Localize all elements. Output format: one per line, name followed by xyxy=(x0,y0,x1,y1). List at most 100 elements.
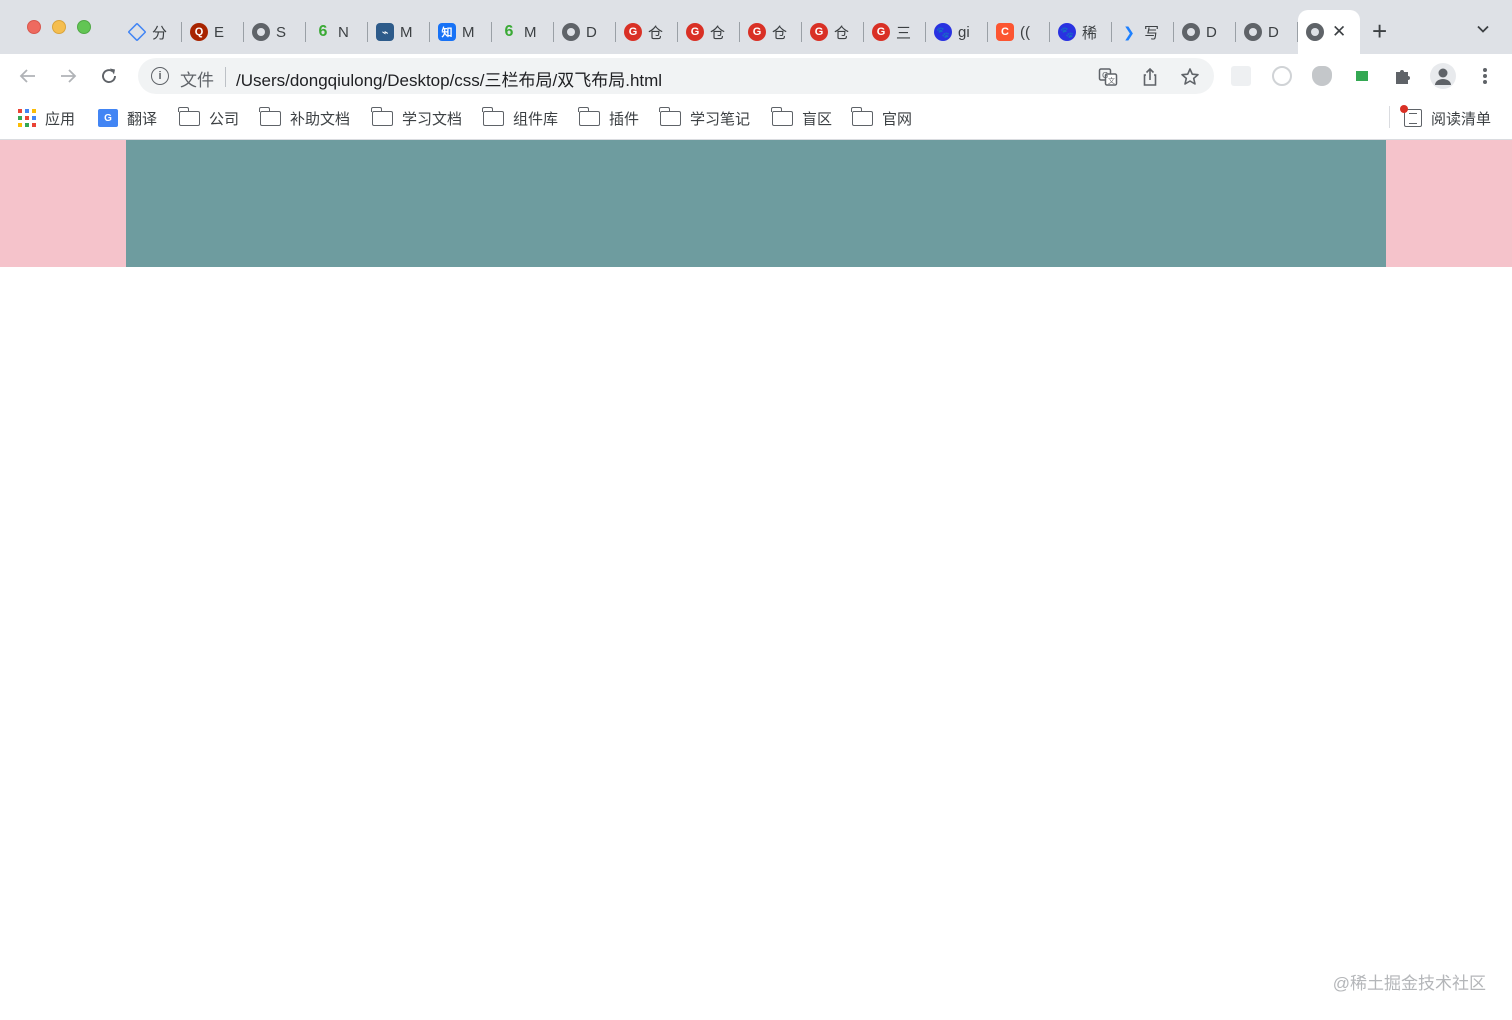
bookmark-star-icon[interactable] xyxy=(1180,67,1200,87)
globe-icon xyxy=(1306,23,1324,41)
forward-button[interactable] xyxy=(56,64,80,88)
diamond-icon xyxy=(127,22,147,42)
quora-icon: Q xyxy=(190,23,208,41)
bookmark-folder[interactable]: 盲区 xyxy=(771,106,833,130)
url-text[interactable]: /Users/dongqiulong/Desktop/css/三栏布局/双飞布局… xyxy=(236,66,662,91)
tab[interactable]: S xyxy=(244,10,306,54)
extension-icon[interactable] xyxy=(1231,66,1251,86)
tab[interactable]: QE xyxy=(182,10,244,54)
active-tab[interactable]: ✕ xyxy=(1298,10,1360,54)
apps-grid-icon xyxy=(18,109,36,127)
bookmark-folder[interactable]: 官网 xyxy=(851,106,913,130)
three-column-row xyxy=(0,140,1512,267)
bookmark-label: 插件 xyxy=(609,110,640,128)
tab[interactable]: ❯ 写 xyxy=(1112,10,1174,54)
folder-icon xyxy=(371,106,393,126)
baidu-icon: 🐾 xyxy=(1058,23,1076,41)
arrow-right-icon xyxy=(61,69,77,83)
tab[interactable]: 仓 xyxy=(802,10,864,54)
tab[interactable]: 6M xyxy=(492,10,554,54)
tab[interactable]: 🐾 稀 xyxy=(1050,10,1112,54)
divider xyxy=(225,67,226,87)
close-tab-icon[interactable]: ✕ xyxy=(1332,22,1346,42)
tab[interactable]: 分 xyxy=(120,10,182,54)
juejin-icon: ❯ xyxy=(1123,23,1135,40)
left-column xyxy=(0,140,126,267)
center-column xyxy=(126,140,1386,267)
person-icon xyxy=(1435,68,1451,85)
reload-button[interactable] xyxy=(97,64,121,88)
extension-icon[interactable] xyxy=(1356,71,1368,81)
tab[interactable]: 仓 xyxy=(678,10,740,54)
globe-icon xyxy=(252,23,270,41)
tab[interactable]: D xyxy=(554,10,616,54)
bookmark-label: 组件库 xyxy=(513,110,559,128)
tab[interactable]: D xyxy=(1236,10,1298,54)
share-icon[interactable] xyxy=(1140,67,1160,87)
bookmark-label: 官网 xyxy=(882,110,913,128)
minimize-window-button[interactable] xyxy=(52,20,66,34)
extension-icon[interactable] xyxy=(1272,66,1292,86)
profile-avatar[interactable] xyxy=(1430,63,1456,89)
bookmark-folder[interactable]: 补助文档 xyxy=(259,106,351,130)
baidu-icon: 🐾 xyxy=(934,23,952,41)
bookmark-folder[interactable]: 组件库 xyxy=(482,106,559,130)
g-red-icon xyxy=(748,23,766,41)
bookmark-label: 应用 xyxy=(45,110,76,128)
info-icon[interactable]: i xyxy=(151,67,169,85)
bookmark-folder[interactable]: 学习笔记 xyxy=(659,106,750,130)
bookmark-folder[interactable]: 插件 xyxy=(578,106,640,130)
g-red-icon xyxy=(624,23,642,41)
globe-icon xyxy=(562,23,580,41)
page-content: @稀土掘金技术社区 xyxy=(0,140,1512,1020)
g-red-icon xyxy=(810,23,828,41)
reading-list-icon xyxy=(1400,105,1422,127)
address-bar[interactable]: i 文件 /Users/dongqiulong/Desktop/css/三栏布局… xyxy=(138,58,1214,94)
bookmark-apps[interactable]: 应用 xyxy=(18,106,75,130)
bookmark-translate[interactable]: G 翻译 xyxy=(98,106,157,130)
tab[interactable]: 仓 xyxy=(740,10,802,54)
zoom-window-button[interactable] xyxy=(77,20,91,34)
tab-list: 分 QE S 6N ⌁M 知M 6M D 仓 仓 仓 仓 三 🐾gi C(( 🐾… xyxy=(120,10,1360,54)
menu-kebab-icon[interactable] xyxy=(1476,66,1494,86)
extension-icon[interactable] xyxy=(1312,66,1332,86)
es6-icon: 6 xyxy=(504,23,514,40)
folder-icon xyxy=(578,106,600,126)
mysql-icon: ⌁ xyxy=(376,23,394,41)
globe-icon xyxy=(1182,23,1200,41)
g-red-icon xyxy=(872,23,890,41)
bookmark-label: 学习文档 xyxy=(402,110,463,128)
tab[interactable]: 6N xyxy=(306,10,368,54)
close-window-button[interactable] xyxy=(27,20,41,34)
extensions-puzzle-icon[interactable] xyxy=(1391,64,1415,88)
es6-icon: 6 xyxy=(318,23,328,40)
reading-list-label: 阅读清单 xyxy=(1431,110,1492,128)
tab[interactable]: ⌁ M xyxy=(368,10,430,54)
folder-icon xyxy=(851,106,873,126)
arrow-left-icon xyxy=(19,69,35,83)
reload-icon xyxy=(102,68,116,83)
bookmark-label: 补助文档 xyxy=(290,110,351,128)
translate-icon[interactable]: G文 xyxy=(1098,67,1118,87)
bookmarks-bar: 应用 G 翻译 公司 补助文档 学习文档 组件库 插件 学习笔记 盲区 官网 阅… xyxy=(0,98,1512,140)
bookmark-label: 盲区 xyxy=(802,110,833,128)
watermark: @稀土掘金技术社区 xyxy=(1332,974,1486,993)
tab[interactable]: C(( xyxy=(988,10,1050,54)
bookmark-folder[interactable]: 公司 xyxy=(178,106,240,130)
tab[interactable]: 🐾 gi xyxy=(926,10,988,54)
tab[interactable]: 仓 xyxy=(616,10,678,54)
tab[interactable]: 三 xyxy=(864,10,926,54)
new-tab-button[interactable]: + xyxy=(1372,18,1387,44)
tab[interactable]: D xyxy=(1174,10,1236,54)
bookmark-folder[interactable]: 学习文档 xyxy=(371,106,463,130)
bookmark-label: 公司 xyxy=(209,110,240,128)
back-button[interactable] xyxy=(16,64,40,88)
bookmark-label: 翻译 xyxy=(127,110,158,128)
google-translate-icon: G xyxy=(98,109,118,127)
folder-icon xyxy=(482,106,504,126)
globe-icon xyxy=(1244,23,1262,41)
reading-list-button[interactable]: 阅读清单 xyxy=(1400,105,1492,130)
tab[interactable]: 知M xyxy=(430,10,492,54)
url-scheme-label: 文件 xyxy=(180,71,214,90)
tab-search-chevron-icon[interactable] xyxy=(1476,22,1490,36)
